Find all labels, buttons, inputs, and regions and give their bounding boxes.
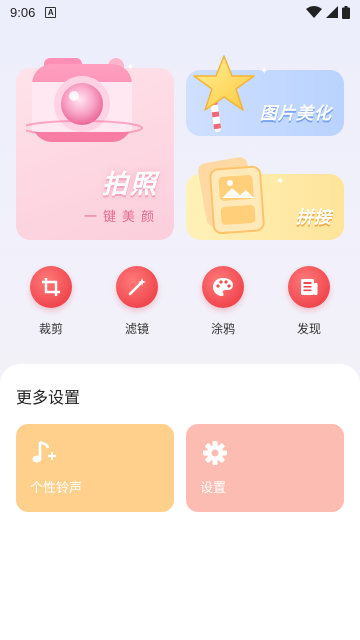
battery-icon <box>342 5 350 19</box>
tool-crop[interactable]: 裁剪 <box>16 266 86 337</box>
tool-doodle[interactable]: 涂鸦 <box>188 266 258 337</box>
tool-filter-label: 滤镜 <box>124 322 149 336</box>
signal-icon <box>326 6 338 18</box>
tool-doodle-label: 涂鸦 <box>210 322 235 336</box>
notification-icon: A <box>45 6 57 18</box>
sparkle-icon: ✦ <box>126 62 135 73</box>
stitch-card[interactable]: ✦ 拼接 <box>186 157 344 240</box>
camera-card[interactable]: ✦ 拍照 一键美颜 <box>16 58 174 240</box>
ringtone-label: 个性铃声 <box>30 481 83 496</box>
crop-icon <box>42 278 60 296</box>
photo-beautify-label: 图片美化 <box>260 104 332 124</box>
status-bar: 9:06 A <box>0 0 360 24</box>
wifi-icon <box>306 6 322 18</box>
palette-icon <box>213 278 233 296</box>
status-indicators <box>306 5 350 19</box>
tool-discover-label: 发现 <box>296 322 321 336</box>
discover-button[interactable] <box>288 266 330 308</box>
gear-icon <box>203 441 227 465</box>
doodle-button[interactable] <box>202 266 244 308</box>
camera-card-subtitle: 一键美颜 <box>83 210 160 225</box>
settings-label: 设置 <box>200 481 227 496</box>
photo-stack-icon <box>198 157 265 235</box>
magic-wand-icon <box>128 278 146 296</box>
photo-beautify-card[interactable]: ✦ 图片美化 <box>186 55 344 136</box>
tool-filter[interactable]: 滤镜 <box>102 266 172 337</box>
more-settings-panel: 更多设置 个性铃声 设置 <box>0 364 360 640</box>
camera-card-title: 拍照 <box>101 170 158 200</box>
sparkle-icon: ✦ <box>276 176 285 187</box>
ringtone-card[interactable]: 个性铃声 <box>16 424 174 512</box>
sparkle-icon: ✦ <box>260 66 269 77</box>
magic-star-icon <box>193 55 255 132</box>
news-icon <box>301 279 318 295</box>
stitch-label: 拼接 <box>296 208 332 228</box>
tool-discover[interactable]: 发现 <box>274 266 344 337</box>
settings-card[interactable]: 设置 <box>186 424 344 512</box>
status-time: 9:06 <box>10 4 36 20</box>
more-settings-title: 更多设置 <box>16 388 81 407</box>
music-note-icon <box>32 440 56 463</box>
tool-crop-label: 裁剪 <box>38 322 63 336</box>
tools-row: 裁剪 滤镜 涂鸦 发现 <box>0 266 360 346</box>
filter-button[interactable] <box>116 266 158 308</box>
crop-button[interactable] <box>30 266 72 308</box>
